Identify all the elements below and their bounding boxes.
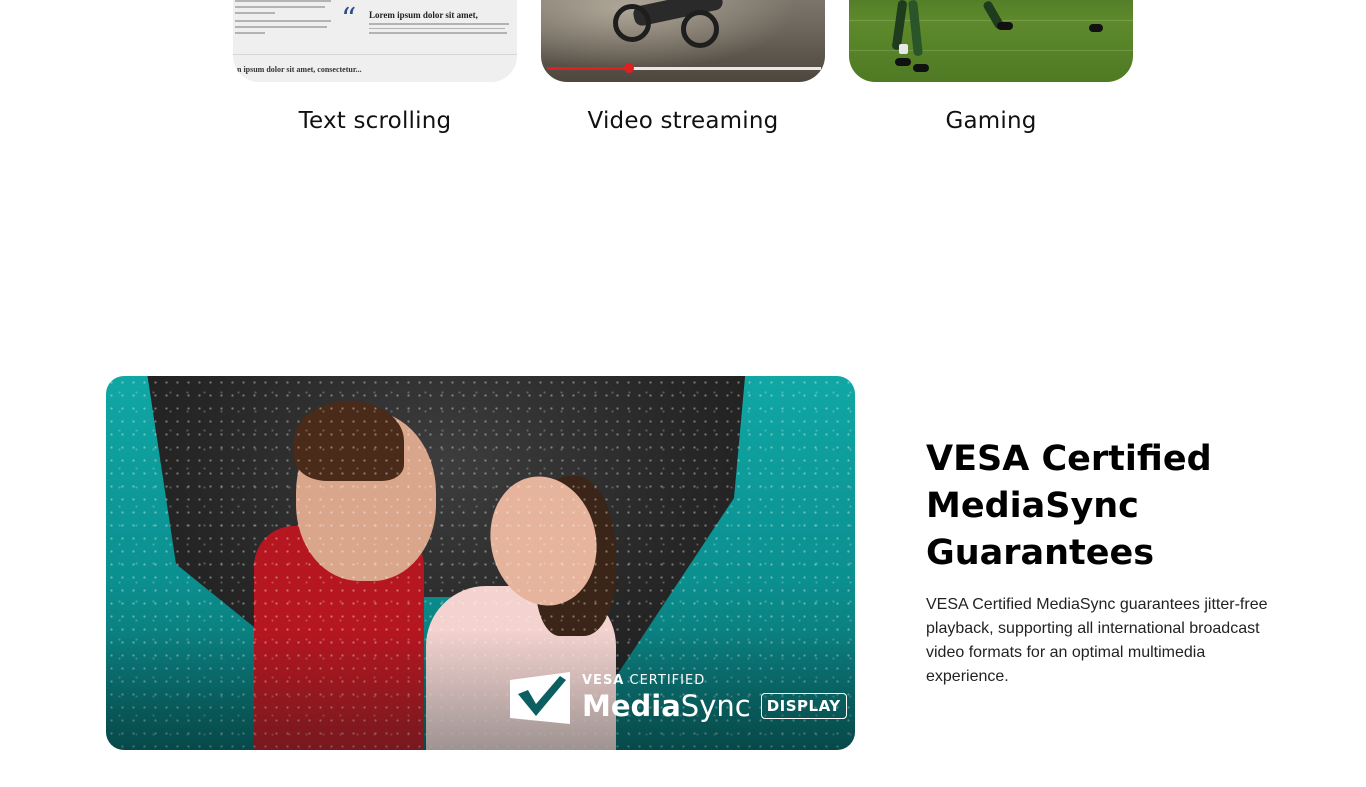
player-leg [908,0,923,57]
display-badge: DISPLAY [760,693,847,719]
mediasync-hero-image: VESA CERTIFIED MediaSync DISPLAY [106,376,855,750]
caption-video-streaming: Video streaming [587,108,779,134]
quote-mark-icon: “ [341,2,357,37]
caption-text-scrolling: Text scrolling [298,108,452,134]
article-text-left [235,0,335,38]
video-progress-fill [547,67,629,70]
bike-wheel-front [613,4,651,42]
vesa-mediasync-logo: VESA CERTIFIED MediaSync DISPLAY [510,672,847,724]
football-boot-icon [913,64,929,72]
vesa-checkmark-icon [510,672,570,724]
article-footer-text: n ipsum dolor sit amet, consectetur... [237,65,362,74]
article-text-right [369,23,509,37]
feature-description: VESA Certified MediaSync guarantees jitt… [926,596,1268,685]
caption-gaming: Gaming [945,108,1037,134]
article-divider [233,54,517,55]
video-progress-handle[interactable] [624,63,634,73]
player-leg [891,0,908,51]
football-boot-icon [895,58,911,66]
page: “ Lorem ipsum dolor sit amet, n ipsum do… [0,0,1366,787]
text-scrolling-image: “ Lorem ipsum dolor sit amet, n ipsum do… [233,0,517,82]
mediasync-wordmark: MediaSync [582,689,751,723]
football-boot-icon [997,22,1013,30]
gaming-image [849,0,1133,82]
feature-title: VESA Certified MediaSync Guarantees [926,439,1212,573]
bike-wheel-rear [681,10,719,48]
football-boot-icon [1089,24,1103,32]
article-headline: Lorem ipsum dolor sit amet, [369,10,478,20]
vesa-certified-label: VESA CERTIFIED [582,673,706,688]
video-streaming-image [541,0,825,82]
